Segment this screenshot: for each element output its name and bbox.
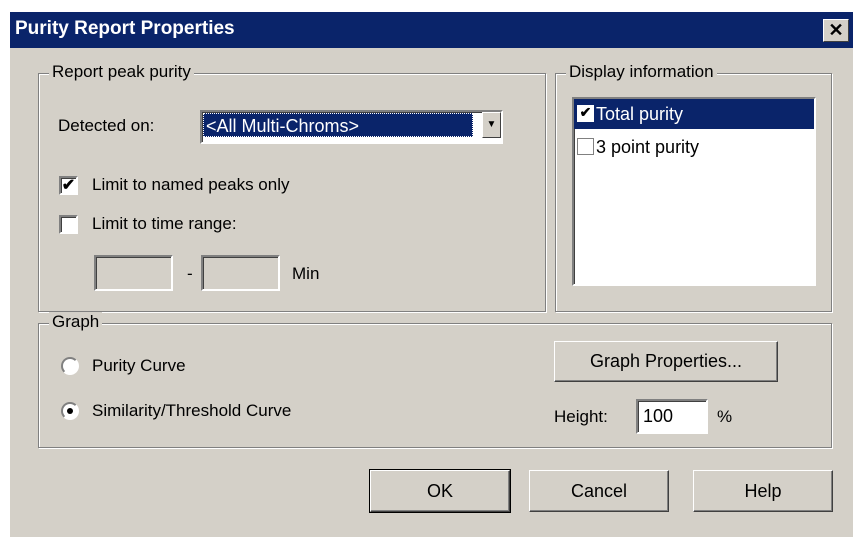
three-point-purity-label: 3 point purity: [596, 137, 700, 157]
dialog-title: Purity Report Properties: [15, 18, 235, 39]
cancel-button[interactable]: Cancel: [529, 470, 669, 512]
close-button[interactable]: ✕: [823, 19, 849, 42]
ok-button[interactable]: OK: [369, 469, 511, 513]
display-information-list[interactable]: ✔ Total purity 3 point purity: [572, 97, 816, 286]
range-from-input[interactable]: [94, 255, 173, 291]
title-bar[interactable]: Purity Report Properties ✕: [10, 12, 853, 48]
range-unit-label: Min: [292, 264, 320, 283]
limit-time-checkbox[interactable]: [59, 215, 78, 234]
three-point-purity-checkbox[interactable]: [577, 138, 594, 155]
height-label: Height:: [554, 407, 608, 426]
total-purity-label: Total purity: [596, 104, 684, 124]
radio-dot-icon: [67, 408, 73, 414]
list-item[interactable]: 3 point purity: [574, 133, 814, 163]
range-to-input[interactable]: [201, 255, 280, 291]
detected-on-label: Detected on:: [58, 116, 155, 135]
purity-curve-radio[interactable]: [61, 357, 79, 375]
detected-on-value: <All Multi-Chroms>: [203, 113, 473, 137]
similarity-curve-radio[interactable]: [61, 402, 79, 420]
limit-named-label[interactable]: Limit to named peaks only: [92, 175, 290, 195]
detected-on-dropdown[interactable]: <All Multi-Chroms> ▼: [200, 110, 503, 144]
dropdown-arrow-icon[interactable]: ▼: [482, 112, 501, 138]
graph-legend: Graph: [49, 312, 103, 332]
graph-properties-button[interactable]: Graph Properties...: [554, 341, 778, 382]
limit-time-label[interactable]: Limit to time range:: [92, 214, 237, 234]
close-icon: ✕: [828, 20, 844, 40]
limit-named-checkbox[interactable]: ✔: [59, 176, 78, 195]
height-input[interactable]: 100: [636, 399, 708, 434]
report-peak-purity-legend: Report peak purity: [49, 62, 194, 82]
height-unit-label: %: [717, 407, 733, 426]
range-dash: -: [187, 264, 193, 283]
dialog-window: Purity Report Properties ✕ Report peak p…: [9, 12, 853, 537]
check-icon: ✔: [579, 104, 592, 120]
total-purity-checkbox[interactable]: ✔: [577, 105, 594, 122]
similarity-curve-label[interactable]: Similarity/Threshold Curve: [92, 401, 291, 421]
help-button[interactable]: Help: [693, 470, 833, 512]
purity-curve-label[interactable]: Purity Curve: [92, 356, 186, 376]
list-item[interactable]: ✔ Total purity: [574, 99, 814, 129]
check-icon: ✔: [61, 177, 76, 194]
display-information-legend: Display information: [566, 62, 717, 82]
